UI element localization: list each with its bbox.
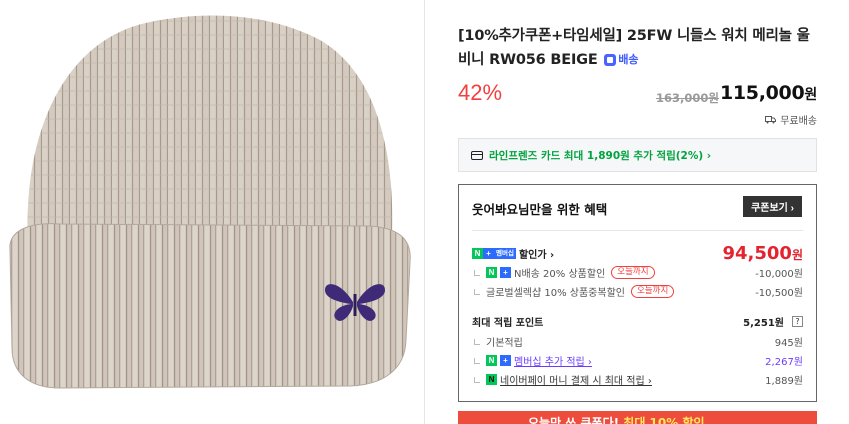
plus-icon: + (500, 267, 511, 278)
tree-line (474, 269, 480, 276)
today-only-tag: 오늘까지 (611, 266, 655, 279)
sale-price-value: 115,000 (719, 82, 805, 104)
discount-value: -10,500원 (755, 288, 803, 299)
delivery-badge-label: 배송 (618, 53, 639, 66)
points-row: N + 멤버십 추가 적립 › 2,267원 (472, 353, 803, 368)
tree-line (474, 288, 480, 295)
membership-points-link[interactable]: 멤버십 추가 적립 › (514, 353, 592, 368)
coupon-banner[interactable]: 오늘만 쓰 쿠폰다! 최대 10% 할인 (458, 411, 817, 424)
sale-price-label: 할인가 › (518, 250, 555, 261)
discount-label: 글로벌셀렉샵 10% 상품중복할인 (486, 288, 625, 299)
points-row: 기본적립 945원 (472, 334, 803, 349)
free-shipping: 무료배송 (765, 112, 817, 127)
benefit-sale-price: 94,500원 (722, 243, 803, 264)
original-price: 163,000원 (656, 91, 719, 105)
naver-n-icon: N (486, 267, 497, 278)
max-points-label: 최대 적립 포인트 (472, 318, 544, 329)
product-title: [10%추가쿠폰+타임세일] 25FW 니들스 워치 메리놀 울 비니 RW05… (458, 24, 818, 72)
delivery-badge: 배송 (604, 48, 638, 72)
discount-row: N + N배송 20% 상품할인 오늘까지 -10,000원 (472, 265, 803, 280)
naver-pay-points-link[interactable]: 네이버페이 머니 결제 시 최대 적립 › (500, 372, 652, 387)
points-help-button[interactable]: ? (792, 316, 803, 327)
benefit-sale-price-unit: 원 (791, 248, 803, 262)
sale-price: 115,000원 (720, 82, 817, 104)
tree-line (474, 376, 480, 383)
tree-line (474, 357, 480, 364)
product-image-pane (0, 0, 425, 424)
max-points-row: 최대 적립 포인트 5,251원 ? (472, 314, 803, 329)
truck-icon (765, 115, 777, 123)
tree-line (474, 338, 480, 345)
sale-price-link[interactable]: N + 멤버십 할인가 › (472, 246, 554, 261)
naver-membership-badge: N + 멤버십 (472, 248, 516, 259)
points-row: N 네이버페이 머니 결제 시 최대 적립 › 1,889원 (472, 372, 803, 387)
discount-row: 글로벌셀렉샵 10% 상품중복할인 오늘까지 -10,500원 (472, 284, 803, 299)
membership-badge-label: 멤버십 (494, 248, 516, 259)
benefit-sale-price-value: 94,500 (722, 243, 792, 264)
card-promo-text: 라인프렌즈 카드 최대 1,890원 추가 적립(2%) › (489, 149, 712, 162)
naver-n-icon: N (486, 355, 497, 366)
credit-card-icon (471, 150, 483, 160)
points-label: 기본적립 (486, 338, 523, 349)
sale-price-unit: 원 (804, 87, 817, 103)
sale-price-row: N + 멤버십 할인가 › 94,500원 (472, 243, 803, 264)
benefit-title: 웃어봐요님만을 위한 혜택 (472, 202, 608, 217)
discount-label: N배송 20% 상품할인 (514, 269, 606, 280)
coupon-banner-text: 오늘만 쓰 쿠폰다! (528, 416, 620, 424)
max-points-value: 5,251원 (743, 318, 784, 329)
points-value: 1,889원 (765, 376, 803, 387)
beanie-product-image[interactable] (0, 0, 424, 424)
naver-n-icon: N (472, 248, 483, 259)
plus-icon: + (483, 248, 494, 259)
benefit-divider (472, 230, 803, 231)
product-info-pane: [10%추가쿠폰+타임세일] 25FW 니들스 워치 메리놀 울 비니 RW05… (426, 0, 849, 424)
discount-rate: 42% (458, 80, 503, 105)
card-promo-banner[interactable]: 라인프렌즈 카드 최대 1,890원 추가 적립(2%) › (458, 138, 817, 172)
naver-pay-icon: N (486, 374, 497, 385)
plus-icon: + (500, 355, 511, 366)
free-shipping-label: 무료배송 (780, 116, 817, 127)
benefit-panel: 웃어봐요님만을 위한 혜택 쿠폰보기 › N + 멤버십 할인가 › 94,500원… (458, 184, 817, 402)
today-only-tag: 오늘까지 (630, 285, 675, 298)
truck-badge-icon (604, 54, 617, 66)
points-value: 2,267원 (765, 357, 803, 368)
points-value: 945원 (774, 338, 803, 349)
coupon-view-button[interactable]: 쿠폰보기 › (743, 196, 802, 217)
coupon-banner-highlight: 최대 10% 할인 (623, 416, 705, 424)
discount-value: -10,000원 (755, 269, 803, 280)
